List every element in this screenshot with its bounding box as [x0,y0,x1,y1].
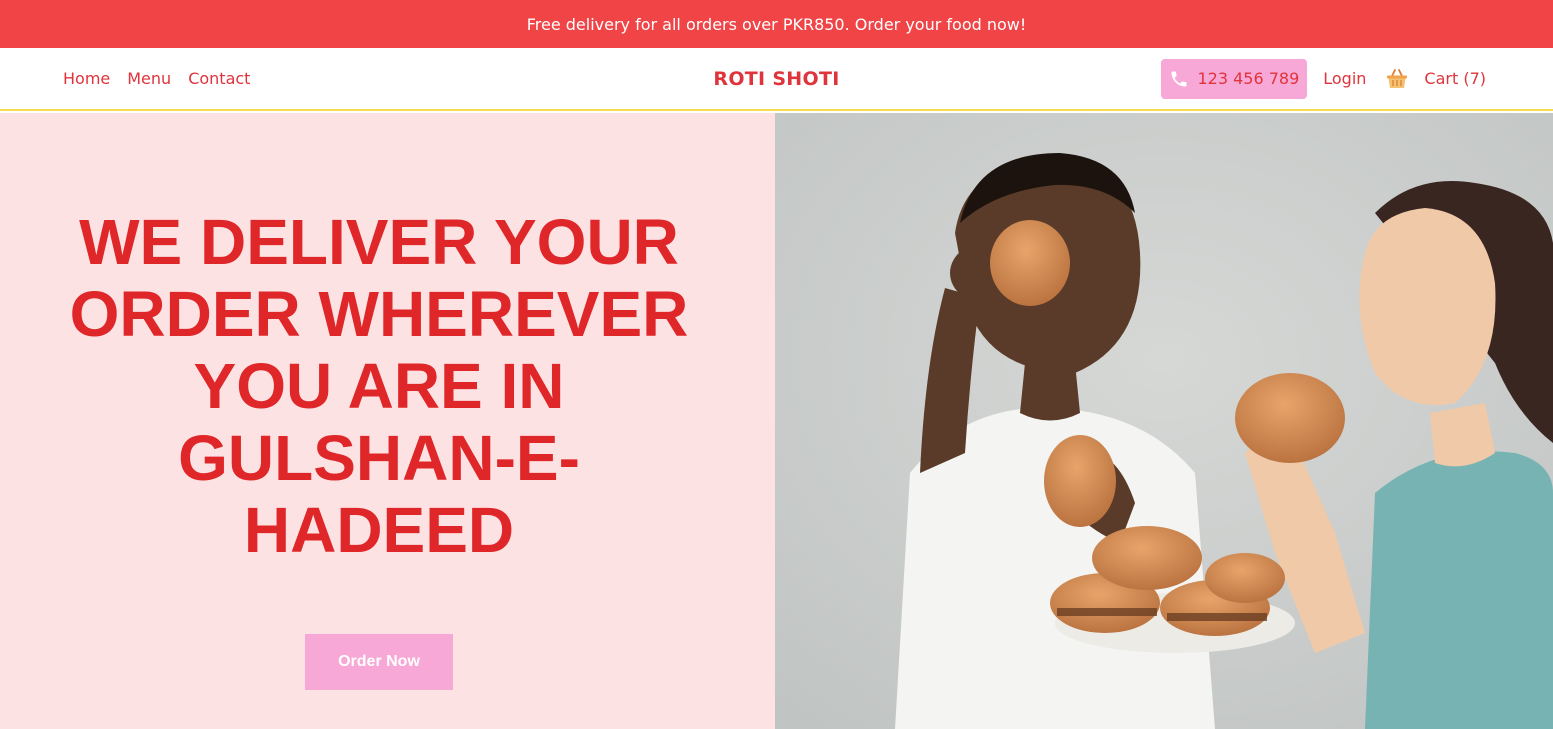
headline-line: ORDER WHEREVER [69,278,689,350]
cart-basket-icon [1385,67,1409,91]
nav-links: Home Menu Contact [63,48,250,109]
cart-button[interactable]: Cart (7) [1385,67,1486,91]
hero-text-panel: WE DELIVER YOUR ORDER WHEREVER YOU ARE I… [0,113,775,729]
login-link[interactable]: Login [1323,69,1366,88]
headline-line: YOU ARE IN [193,350,565,422]
cart-label: Cart (7) [1424,69,1486,88]
headline-line: GULSHAN-E- [178,422,580,494]
phone-button[interactable]: 123 456 789 [1161,58,1308,99]
nav-actions: 123 456 789 Login Cart (7) [1161,48,1486,109]
hero-section: WE DELIVER YOUR ORDER WHEREVER YOU ARE I… [0,113,1553,729]
order-now-button[interactable]: Order Now [305,634,453,690]
phone-number: 123 456 789 [1197,69,1300,88]
announcement-bar: Free delivery for all orders over PKR850… [0,0,1553,48]
announcement-text: Free delivery for all orders over PKR850… [526,14,1027,34]
nav-link-contact[interactable]: Contact [188,69,250,88]
headline-line: HADEED [243,494,515,566]
hero-photo [775,113,1553,729]
hero-headline: WE DELIVER YOUR ORDER WHEREVER YOU ARE I… [20,206,738,566]
nav-link-home[interactable]: Home [63,69,110,88]
hero-photo-illustration [775,113,1553,729]
brand-logo-text[interactable]: ROTI SHOTI [713,68,839,90]
top-navbar: Home Menu Contact ROTI SHOTI 123 456 789… [0,48,1553,111]
phone-icon [1169,69,1189,89]
nav-link-menu[interactable]: Menu [127,69,171,88]
headline-line: WE DELIVER YOUR [79,206,679,278]
